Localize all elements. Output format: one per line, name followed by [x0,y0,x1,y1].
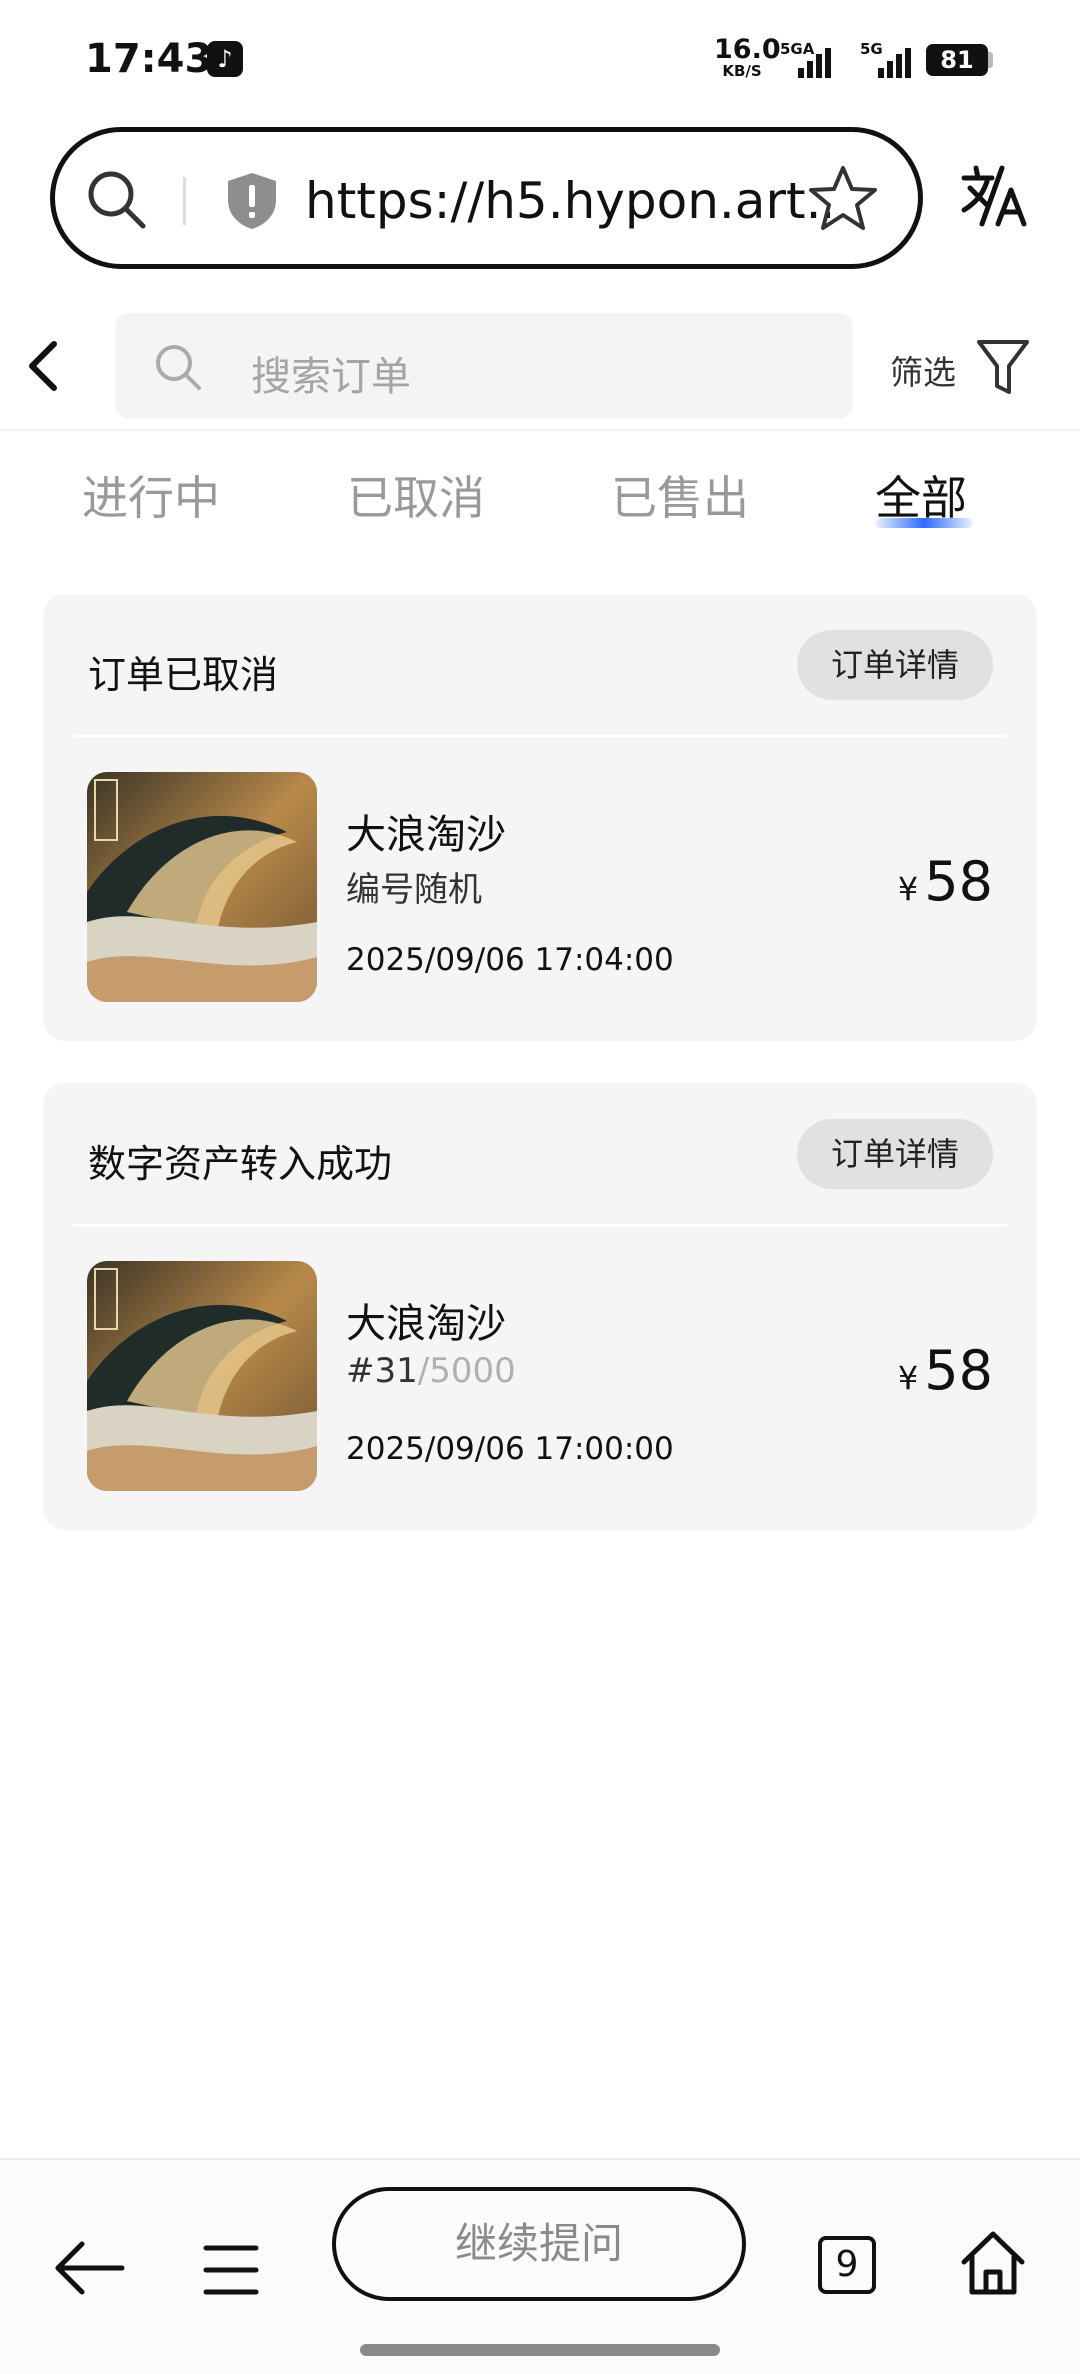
browser-bottom-bar: 继续提问 9 [0,2158,1080,2374]
search-icon [156,345,201,390]
artwork-name: 大浪淘沙 [346,1301,506,1347]
url-text[interactable]: https://h5.hypon.art... [305,172,830,230]
status-time: 17:43 [85,36,213,82]
url-divider [183,177,186,225]
active-tab-indicator [875,518,973,528]
network-speed-value: 16.0 [714,34,781,65]
serial-number: 编号随机 [346,870,482,910]
order-price: ¥58 [898,1339,993,1402]
currency-symbol: ¥ [897,870,919,908]
battery-icon: 81 [926,44,988,76]
price-amount: 58 [924,850,993,913]
currency-symbol: ¥ [897,1359,919,1397]
network-speed: 16.0 KB/S [714,34,781,80]
order-card: 数字资产转入成功 订单详情 大浪淘沙 #31/5000 2025/09/06 1… [43,1083,1037,1530]
status-bar: 17:43 ♪ 16.0 KB/S 5GA 5G 81 [0,0,1080,120]
serial-total: /5000 [417,1351,516,1391]
serial-number: #31 [346,1351,418,1391]
tab-count-button[interactable]: 9 [818,2236,876,2294]
signal-5ga-icon: 5GA [780,40,840,78]
order-status: 订单已取消 [88,653,279,697]
order-time: 2025/09/06 17:04:00 [346,942,674,978]
filter-button-label[interactable]: 筛选 [890,346,956,394]
order-detail-button[interactable]: 订单详情 [797,630,993,700]
tiktok-icon: ♪ [207,41,243,77]
signal-5g-icon: 5G [860,40,920,78]
price-amount: 58 [924,1339,993,1402]
order-price: ¥58 [898,850,993,913]
search-placeholder: 搜索订单 [251,354,411,400]
artwork-thumbnail[interactable] [87,1261,317,1491]
artwork-thumbnail[interactable] [87,772,317,1002]
card-divider [73,735,1007,737]
tab-in-progress[interactable]: 进行中 [82,462,220,528]
artwork-serial: #31/5000 [346,1351,516,1391]
order-status: 数字资产转入成功 [88,1142,393,1186]
order-detail-button[interactable]: 订单详情 [797,1119,993,1189]
artwork-name: 大浪淘沙 [346,812,506,858]
tab-sold[interactable]: 已售出 [611,462,749,528]
card-divider [73,1224,1007,1226]
home-indicator [360,2344,720,2356]
arrow-left-icon[interactable] [52,2240,128,2296]
shield-icon[interactable] [223,170,281,232]
search-icon[interactable] [83,166,151,234]
network-speed-unit: KB/S [722,62,762,80]
artwork-serial: 编号随机 [346,862,482,911]
order-card: 订单已取消 订单详情 大浪淘沙 编号随机 2025/09/06 17:04:00… [43,594,1037,1041]
back-icon[interactable] [22,338,62,394]
filter-icon[interactable] [975,336,1031,398]
star-icon[interactable] [807,162,879,234]
translate-icon[interactable] [958,160,1030,232]
continue-ask-button[interactable]: 继续提问 [332,2187,746,2301]
tab-cancelled[interactable]: 已取消 [347,462,485,528]
header-divider [0,429,1080,431]
order-search-input[interactable]: 搜索订单 [115,313,853,419]
order-time: 2025/09/06 17:00:00 [346,1431,674,1467]
menu-icon[interactable] [202,2242,260,2298]
home-icon[interactable] [958,2228,1028,2298]
battery-tip [988,52,993,68]
url-bar[interactable]: https://h5.hypon.art... [50,127,923,269]
